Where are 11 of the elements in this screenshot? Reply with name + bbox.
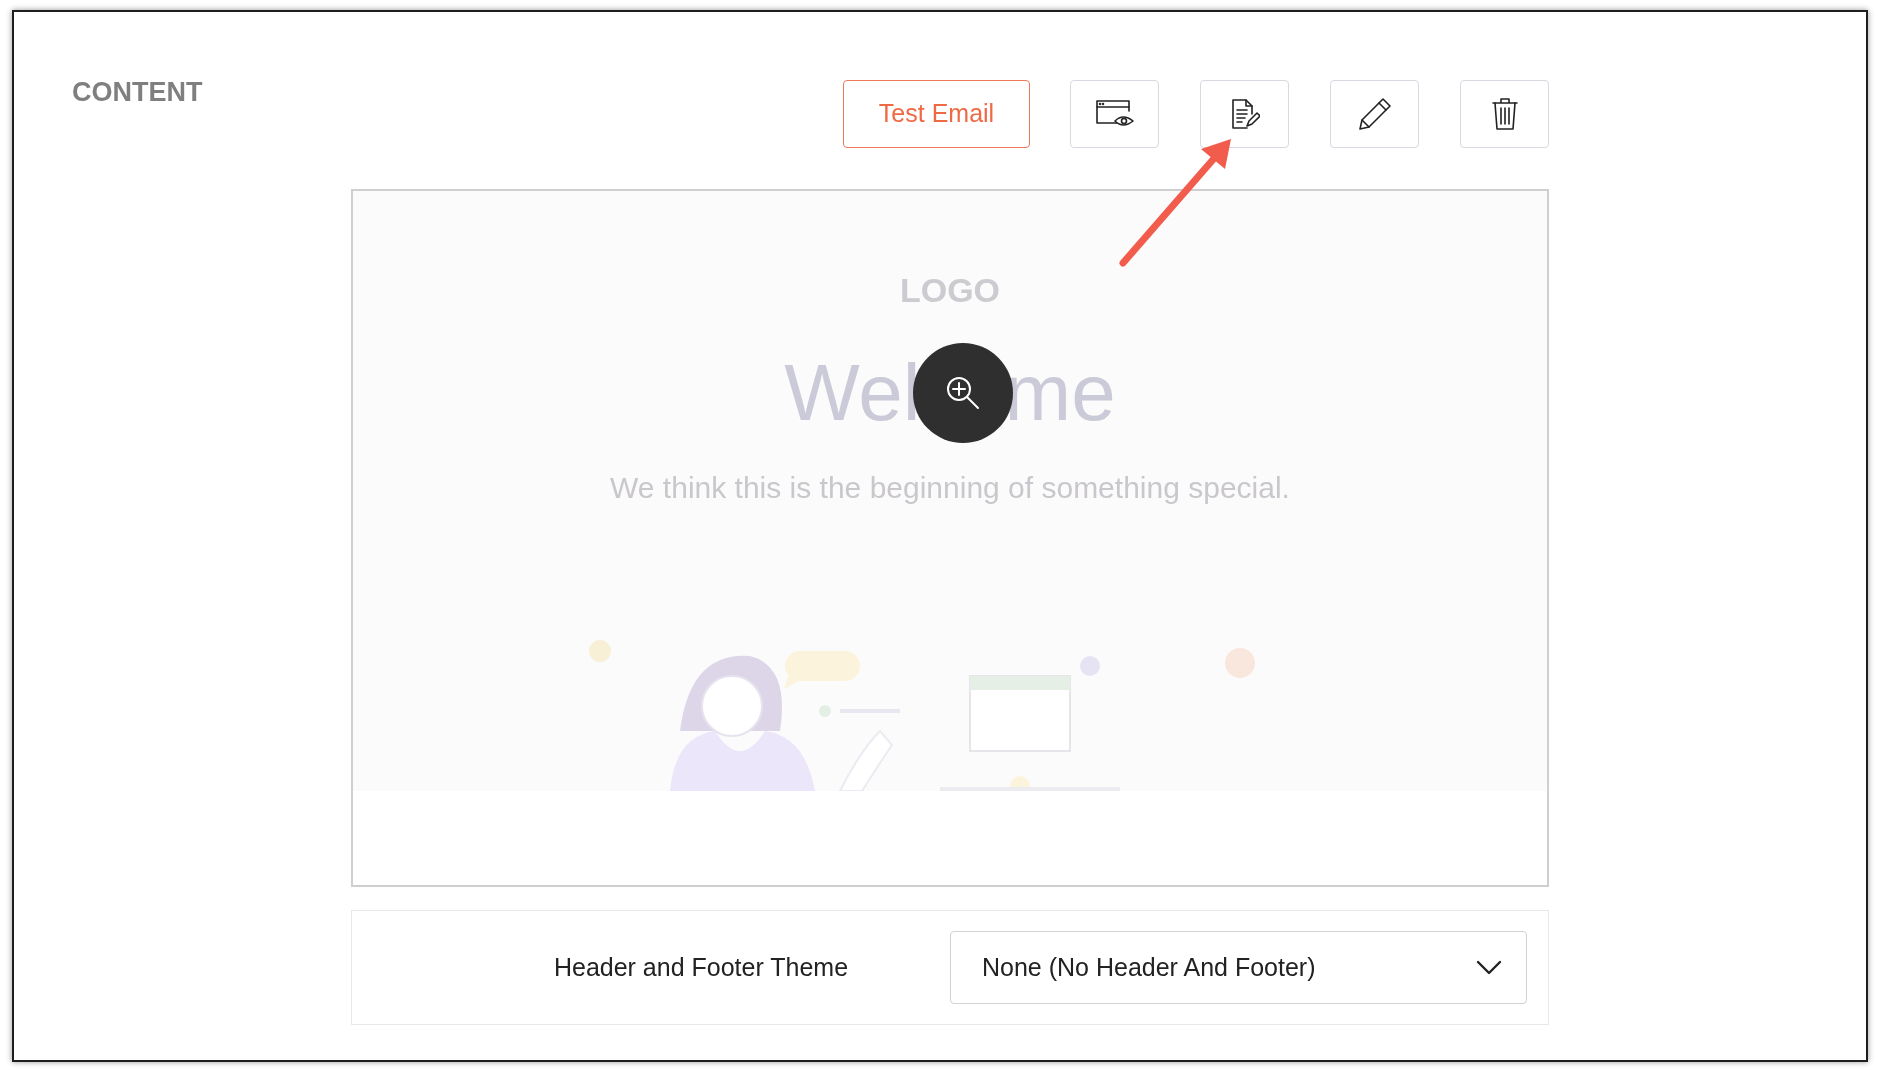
- delete-button[interactable]: [1460, 80, 1549, 148]
- document-edit-icon: [1229, 98, 1260, 130]
- edit-button[interactable]: [1330, 80, 1419, 148]
- trash-icon: [1490, 97, 1519, 131]
- preview-button[interactable]: [1070, 80, 1159, 148]
- document-button[interactable]: [1200, 80, 1289, 148]
- chevron-down-icon: [1476, 959, 1502, 976]
- preview-icon: [1094, 99, 1135, 129]
- section-title: CONTENT: [71, 76, 204, 109]
- theme-dropdown[interactable]: None (No Header And Footer): [950, 931, 1527, 1004]
- theme-label: Header and Footer Theme: [552, 951, 850, 983]
